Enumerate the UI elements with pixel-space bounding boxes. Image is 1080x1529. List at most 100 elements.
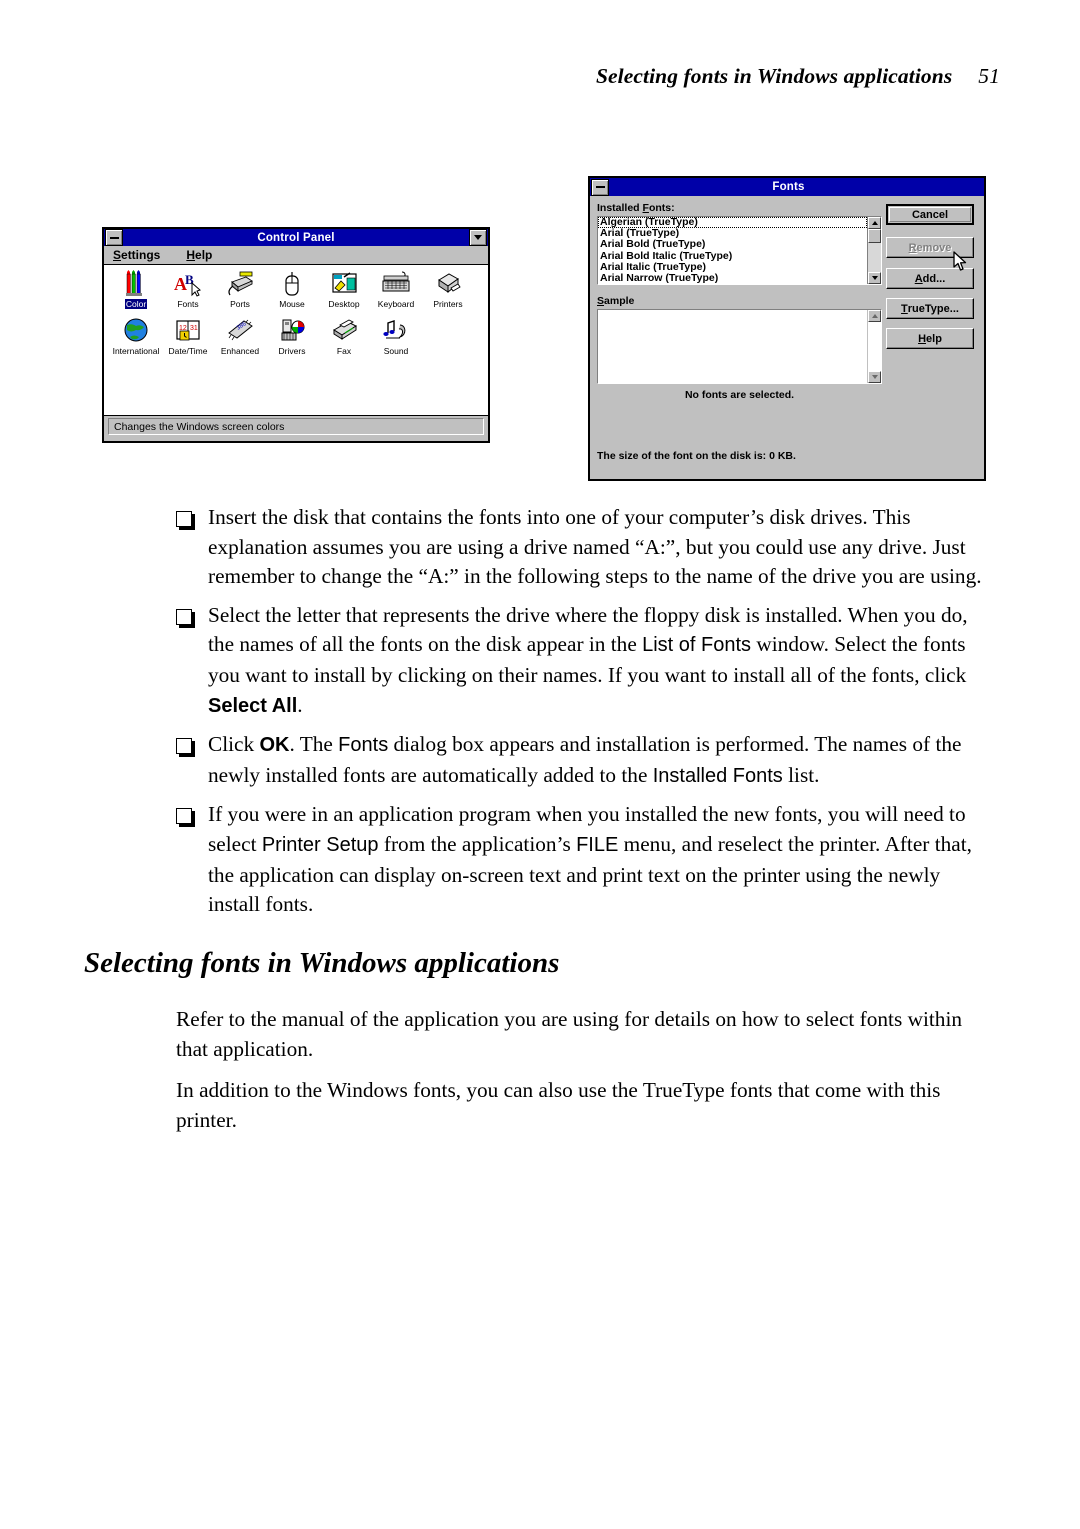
cpl-label-keyboard: Keyboard — [377, 299, 415, 309]
text-run: . The — [289, 732, 339, 757]
control-panel-title: Control Panel — [257, 231, 335, 244]
no-fonts-selected-text: No fonts are selected. — [684, 389, 795, 401]
list-item: Click OK. The Fonts dialog box appears a… — [176, 730, 996, 791]
cpl-label-desktop: Desktop — [328, 299, 360, 309]
cpl-item-desktop[interactable]: Desktop — [318, 265, 370, 309]
bullet-printer-setup: If you were in an application program wh… — [208, 800, 996, 919]
cpl-item-international[interactable]: International — [110, 312, 162, 356]
cpl-label-printers: Printers — [433, 299, 463, 309]
cpl-label-sound: Sound — [383, 346, 409, 356]
font-list-item[interactable]: Arial Bold (TrueType) — [598, 239, 867, 250]
ui-term-list-of-fonts: List of Fonts — [642, 634, 752, 657]
cpl-item-color[interactable]: Color — [110, 265, 162, 309]
bullet-insert-disk: Insert the disk that contains the fonts … — [208, 503, 996, 592]
ui-term-ok: OK — [259, 734, 290, 757]
fonts-dialog-titlebar: Fonts — [590, 178, 984, 196]
font-list-item[interactable]: Arial Narrow (TrueType) — [598, 272, 867, 284]
cpl-item-mouse[interactable]: Mouse — [266, 265, 318, 309]
help-button[interactable]: Help — [886, 328, 974, 349]
scrollbar-track[interactable] — [868, 322, 881, 371]
keyboard-icon — [380, 270, 412, 298]
cpl-item-fonts[interactable]: A B Fonts — [162, 265, 214, 309]
add-button[interactable]: Add... — [886, 268, 974, 289]
list-item: Insert the disk that contains the fonts … — [176, 503, 996, 592]
fonts-dialog-title: Fonts — [772, 181, 805, 193]
scroll-up-icon[interactable] — [868, 310, 881, 322]
sample-text — [598, 310, 867, 383]
cpl-item-drivers[interactable]: Drivers — [266, 312, 318, 356]
ui-term-installed-fonts: Installed Fonts — [652, 764, 783, 787]
cpl-item-printers[interactable]: Printers — [422, 265, 474, 309]
cpl-item-enhanced[interactable]: 386 Enhanced — [214, 312, 266, 356]
maximize-arrow-icon[interactable] — [469, 229, 487, 246]
cpl-label-mouse: Mouse — [279, 299, 305, 309]
control-panel-statusbar: Changes the Windows screen colors — [104, 416, 488, 437]
cpl-item-datetime[interactable]: 12 31 Date/Time — [162, 312, 214, 356]
svg-text:31: 31 — [190, 325, 198, 332]
mouse-icon — [276, 270, 308, 298]
instruction-list: Insert the disk that contains the fonts … — [176, 503, 996, 929]
running-head-title: Selecting fonts in Windows applications — [595, 64, 953, 88]
text-run: Click — [208, 732, 260, 757]
truetype-button[interactable]: TrueType... — [886, 298, 974, 319]
minimize-box-icon[interactable] — [591, 178, 609, 196]
sample-scrollbar[interactable] — [867, 310, 881, 383]
sample-box — [597, 309, 882, 384]
cpl-item-sound[interactable]: Sound — [370, 312, 422, 356]
running-head: Selecting fonts in Windows applications 5… — [0, 64, 1080, 89]
cpl-label-fax: Fax — [336, 346, 352, 356]
globe-icon — [120, 317, 152, 345]
cpl-label-datetime: Date/Time — [168, 346, 208, 356]
scrollbar-track[interactable] — [868, 243, 881, 272]
page-number: 51 — [978, 64, 1000, 88]
scroll-down-icon[interactable] — [868, 272, 881, 284]
printer-icon — [432, 270, 464, 298]
control-panel-window[interactable]: Control Panel Settings Help Color A B Fo… — [102, 227, 490, 443]
document-page: Selecting fonts in Windows applications 5… — [0, 0, 1080, 1529]
text-run: Insert the disk that contains the fonts … — [208, 505, 982, 589]
text-run: list. — [782, 762, 820, 787]
paragraph-refer-manual: Refer to the manual of the application y… — [176, 1007, 963, 1061]
cancel-button[interactable]: Cancel — [886, 204, 974, 225]
menu-item-help[interactable]: Help — [186, 248, 212, 262]
checkbox-bullet-icon — [176, 808, 192, 825]
checkbox-bullet-icon — [176, 608, 192, 625]
cpl-item-keyboard[interactable]: Keyboard — [370, 265, 422, 309]
font-list-scrollbar[interactable] — [867, 217, 881, 284]
installed-fonts-items: Algerian (TrueType) Arial (TrueType) Ari… — [598, 217, 867, 284]
fonts-dialog[interactable]: Fonts Installed Fonts: Algerian (TrueTyp… — [588, 176, 986, 481]
cpl-label-ports: Ports — [230, 299, 250, 309]
menu-item-settings[interactable]: Settings — [113, 248, 160, 262]
text-run: . — [297, 692, 303, 717]
cpl-label-fonts: Fonts — [177, 299, 199, 309]
scroll-up-icon[interactable] — [868, 217, 881, 229]
cpl-label-color: Color — [124, 299, 148, 309]
scroll-down-icon[interactable] — [868, 371, 881, 383]
installed-fonts-list[interactable]: Algerian (TrueType) Arial (TrueType) Ari… — [597, 216, 882, 285]
sound-icon — [380, 317, 412, 345]
control-panel-icon-row-1: Color A B Fonts Ports Mouse Desktop Keyb… — [104, 265, 488, 309]
calendar-icon: 12 31 — [172, 317, 204, 345]
control-panel-titlebar: Control Panel — [104, 229, 488, 246]
cpl-label-drivers: Drivers — [278, 346, 306, 356]
list-item: If you were in an application program wh… — [176, 800, 996, 919]
letters-ab-icon: A B — [172, 270, 204, 298]
cpl-item-ports[interactable]: Ports — [214, 265, 266, 309]
crayons-icon — [120, 270, 152, 298]
minimize-box-icon[interactable] — [105, 229, 123, 246]
ui-term-select-all: Select All — [208, 694, 298, 717]
scrollbar-thumb[interactable] — [868, 229, 881, 243]
control-panel-icon-row-2: International 12 31 Date/Time 386 Enhanc… — [104, 312, 488, 356]
section-heading: Selecting fonts in Windows applications — [84, 947, 560, 979]
control-panel-status-text: Changes the Windows screen colors — [108, 418, 484, 435]
bullet-click-ok: Click OK. The Fonts dialog box appears a… — [208, 730, 996, 791]
menu-item-settings-rest: ettings — [121, 248, 161, 262]
remove-button[interactable]: Remove — [886, 237, 974, 258]
bullet-select-letter: Select the letter that represents the dr… — [208, 601, 996, 721]
cpl-label-international: International — [112, 346, 160, 356]
menu-item-help-rest: elp — [195, 248, 213, 262]
checkbox-bullet-icon — [176, 738, 192, 755]
control-panel-menubar: Settings Help — [104, 246, 488, 265]
control-panel-icon-area: Color A B Fonts Ports Mouse Desktop Keyb… — [104, 265, 488, 416]
cpl-item-fax[interactable]: Fax — [318, 312, 370, 356]
